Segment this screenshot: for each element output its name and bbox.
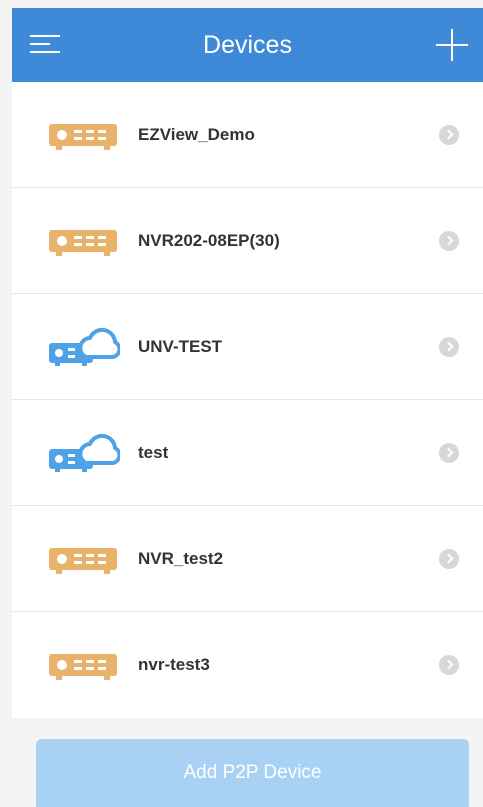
chevron-right-icon[interactable] [439,230,459,251]
add-device-plus-icon[interactable] [435,28,469,62]
hamburger-menu-icon[interactable] [28,29,62,59]
device-row[interactable]: NVR202-08EP(30) [12,188,483,294]
chevron-right-icon[interactable] [439,124,459,145]
cloud-nvr-icon [49,433,120,472]
nvr-icon [49,123,117,150]
nvr-icon [49,654,117,680]
chevron-right-icon[interactable] [439,655,459,675]
device-name: NVR202-08EP(30) [138,230,280,250]
chevron-right-icon[interactable] [439,442,459,463]
device-name: test [138,442,169,462]
devices-screen: Devices EZView_Demo NVR202-08EP(30) UNV-… [0,0,483,807]
device-name: EZView_Demo [138,124,255,144]
device-name: NVR_test2 [138,548,224,568]
device-row[interactable]: NVR_test2 [12,506,483,612]
device-row[interactable]: EZView_Demo [12,82,483,188]
cloud-nvr-icon [49,327,120,366]
device-name: UNV-TEST [138,336,223,356]
chevron-right-icon[interactable] [439,548,459,569]
nvr-icon [49,229,117,256]
device-name: nvr-test3 [138,655,210,674]
chevron-right-icon[interactable] [439,336,459,357]
device-row[interactable]: UNV-TEST [12,294,483,400]
page-title: Devices [203,30,292,59]
device-row[interactable]: test [12,400,483,506]
nvr-icon [49,547,117,574]
app-header: Devices [12,8,483,82]
add-p2p-device-button[interactable]: Add P2P Device [36,739,469,807]
device-list: EZView_Demo NVR202-08EP(30) UNV-TEST tes… [12,82,483,718]
device-row[interactable]: nvr-test3 [12,612,483,718]
